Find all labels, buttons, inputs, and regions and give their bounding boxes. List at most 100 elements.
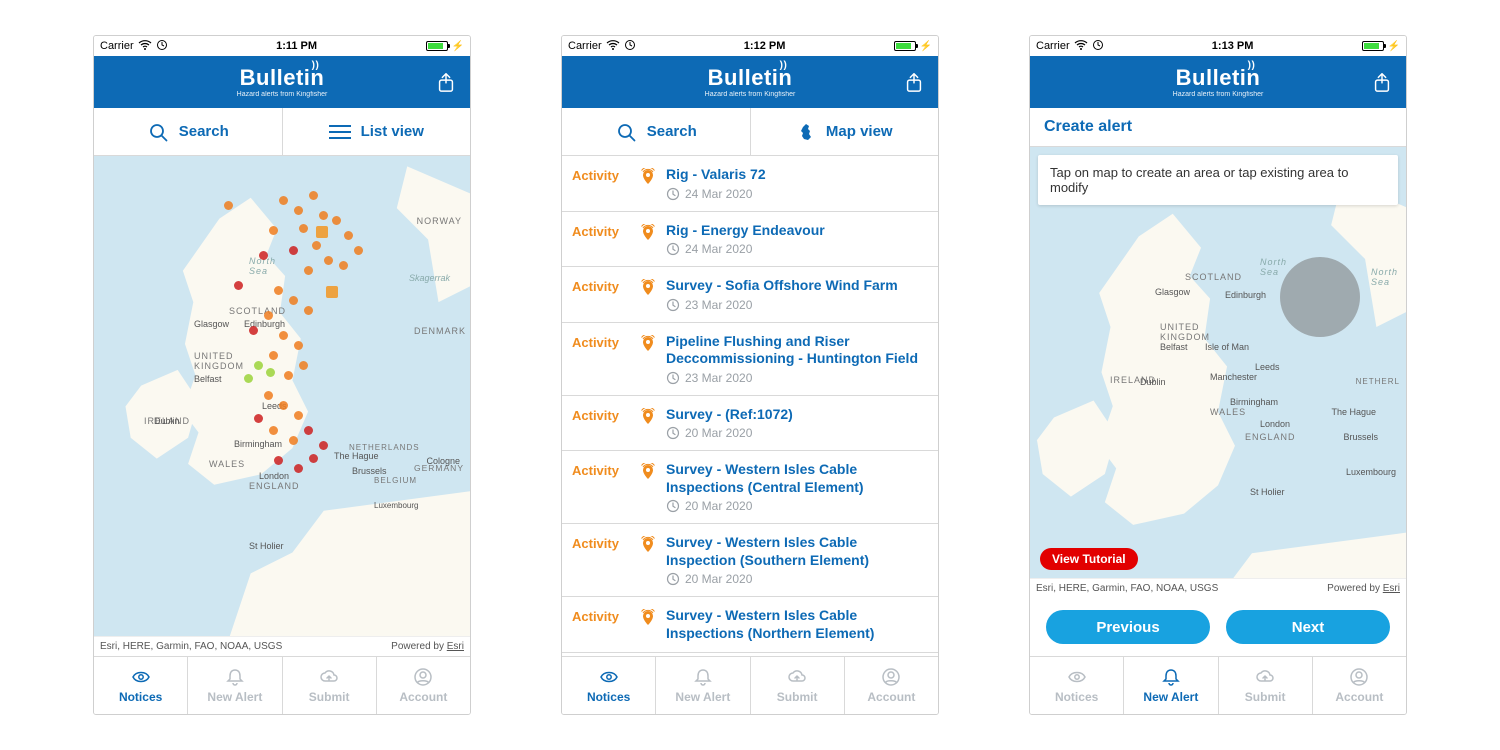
app-logo: Bulletin)) Hazard alerts from Kingfisher <box>705 67 796 98</box>
previous-button[interactable]: Previous <box>1046 610 1210 644</box>
battery-icon <box>1362 41 1384 51</box>
city-manchester: Manchester <box>1210 372 1257 382</box>
list-item[interactable]: Activity Pipeline Flushing and Riser Dec… <box>562 323 938 396</box>
tab-bar: Notices New Alert Submit Account <box>562 656 938 714</box>
list-item[interactable]: Activity Survey - Western Isles Cable In… <box>562 597 938 653</box>
map-label-norway: NORWAY <box>417 216 462 226</box>
city-birmingham: Birmingham <box>1230 397 1278 407</box>
tab-notices[interactable]: Notices <box>1030 657 1124 714</box>
map-label-england: ENGLAND <box>1245 432 1296 442</box>
status-time: 1:12 PM <box>744 40 786 52</box>
city-hague: The Hague <box>334 451 379 461</box>
map-attribution: Esri, HERE, Garmin, FAO, NOAA, USGS Powe… <box>94 636 470 656</box>
list-item-date: 20 Mar 2020 <box>666 572 928 586</box>
map-canvas[interactable]: NORWAY SCOTLAND DENMARK North Sea UNITED… <box>94 156 470 636</box>
tab-new-alert[interactable]: New Alert <box>188 657 282 714</box>
screen-create-alert: Carrier 1:13 PM ⚡ Bulletin)) Hazard aler… <box>1029 35 1407 715</box>
tab-bar: Notices New Alert Submit Account <box>1030 656 1406 714</box>
map-label-northsea2: North Sea <box>1371 267 1398 287</box>
activity-pin-icon <box>640 406 656 431</box>
share-button[interactable] <box>432 68 460 96</box>
city-isleman: Isle of Man <box>1205 342 1249 352</box>
orientation-lock-icon <box>156 39 168 54</box>
label-lux: Luxembourg <box>1346 467 1396 477</box>
list-item-category: Activity <box>572 534 630 551</box>
screen-list: Carrier 1:12 PM ⚡ Bulletin)) Hazard aler… <box>561 35 939 715</box>
list-view-button[interactable]: List view <box>283 108 471 155</box>
carrier-label: Carrier <box>100 40 134 52</box>
charging-icon: ⚡ <box>452 41 464 52</box>
city-leeds: Leeds <box>1255 362 1280 372</box>
carrier-label: Carrier <box>1036 40 1070 52</box>
notice-list[interactable]: Activity Rig - Valaris 72 24 Mar 2020 Ac… <box>562 156 938 656</box>
map-label-lux: Luxembourg <box>374 501 418 510</box>
list-item-title: Survey - (Ref:1072) <box>666 406 928 424</box>
list-item-title: Survey - Western Isles Cable Inspection … <box>666 534 928 569</box>
city-stholier: St Holier <box>1250 487 1285 497</box>
map-label-wales: WALES <box>1210 407 1246 417</box>
list-item-date: 24 Mar 2020 <box>666 242 928 256</box>
list-view-label: List view <box>361 123 424 140</box>
city-london: London <box>259 471 289 481</box>
list-item[interactable]: Activity Survey - Sofia Offshore Wind Fa… <box>562 267 938 323</box>
list-item-date: 23 Mar 2020 <box>666 298 928 312</box>
map-label-denmark: DENMARK <box>414 326 466 336</box>
list-item-date: 20 Mar 2020 <box>666 499 928 513</box>
map-label-belgium: BELGIUM <box>374 476 417 485</box>
share-button[interactable] <box>900 68 928 96</box>
list-item[interactable]: Activity Rig - Energy Endeavour 24 Mar 2… <box>562 212 938 268</box>
map-view-button[interactable]: Map view <box>751 108 939 155</box>
activity-pin-icon <box>640 534 656 559</box>
esri-link[interactable]: Esri <box>447 641 464 652</box>
tab-account[interactable]: Account <box>845 657 938 714</box>
list-item-category: Activity <box>572 333 630 350</box>
city-stholier: St Holier <box>249 541 284 551</box>
tab-submit[interactable]: Submit <box>283 657 377 714</box>
list-item[interactable]: Activity Survey - (Ref:1072) 20 Mar 2020 <box>562 396 938 452</box>
tab-submit[interactable]: Submit <box>751 657 845 714</box>
next-button[interactable]: Next <box>1226 610 1390 644</box>
tab-bar: Notices New Alert Submit Account <box>94 656 470 714</box>
list-item-category: Activity <box>572 461 630 478</box>
view-toolbar: Search Map view <box>562 108 938 156</box>
charging-icon: ⚡ <box>920 41 932 52</box>
share-button[interactable] <box>1368 68 1396 96</box>
orientation-lock-icon <box>624 39 636 54</box>
list-item-title: Pipeline Flushing and Riser Deccommissio… <box>666 333 928 368</box>
alert-map-canvas[interactable]: Tap on map to create an area or tap exis… <box>1030 147 1406 578</box>
view-toolbar: Search List view <box>94 108 470 156</box>
city-skagerrak: Skagerrak <box>409 273 450 283</box>
map-label-england: ENGLAND <box>249 481 300 491</box>
list-item[interactable]: Activity Survey - Western Isles Cable In… <box>562 451 938 524</box>
map-label-wales: WALES <box>209 459 245 469</box>
search-button[interactable]: Search <box>562 108 751 155</box>
tab-account[interactable]: Account <box>377 657 470 714</box>
tab-new-alert[interactable]: New Alert <box>1124 657 1218 714</box>
search-label: Search <box>179 123 229 140</box>
list-item-category: Activity <box>572 277 630 294</box>
powered-by: Powered by Esri <box>1327 583 1400 594</box>
list-item[interactable]: Activity Survey - Western Isles Cable In… <box>562 524 938 597</box>
map-label-northsea: North Sea <box>1260 257 1287 277</box>
activity-pin-icon <box>640 461 656 486</box>
tab-notices[interactable]: Notices <box>94 657 188 714</box>
alert-area-circle[interactable] <box>1280 257 1360 337</box>
app-header: Bulletin)) Hazard alerts from Kingfisher <box>94 56 470 108</box>
city-glasgow: Glasgow <box>1155 287 1190 297</box>
esri-link[interactable]: Esri <box>1383 583 1400 594</box>
city-cologne: Cologne <box>426 456 460 466</box>
app-header: Bulletin)) Hazard alerts from Kingfisher <box>562 56 938 108</box>
view-tutorial-button[interactable]: View Tutorial <box>1040 548 1138 570</box>
tab-account[interactable]: Account <box>1313 657 1406 714</box>
list-item-title: Rig - Valaris 72 <box>666 166 928 184</box>
list-item[interactable]: Activity Rig - Valaris 72 24 Mar 2020 <box>562 156 938 212</box>
status-time: 1:13 PM <box>1212 40 1254 52</box>
tab-notices[interactable]: Notices <box>562 657 656 714</box>
list-item-category: Activity <box>572 166 630 183</box>
map-label-scotland: SCOTLAND <box>229 306 286 316</box>
city-dublin: Dublin <box>154 416 180 426</box>
list-item-title: Survey - Sofia Offshore Wind Farm <box>666 277 928 295</box>
search-button[interactable]: Search <box>94 108 283 155</box>
tab-new-alert[interactable]: New Alert <box>656 657 750 714</box>
tab-submit[interactable]: Submit <box>1219 657 1313 714</box>
